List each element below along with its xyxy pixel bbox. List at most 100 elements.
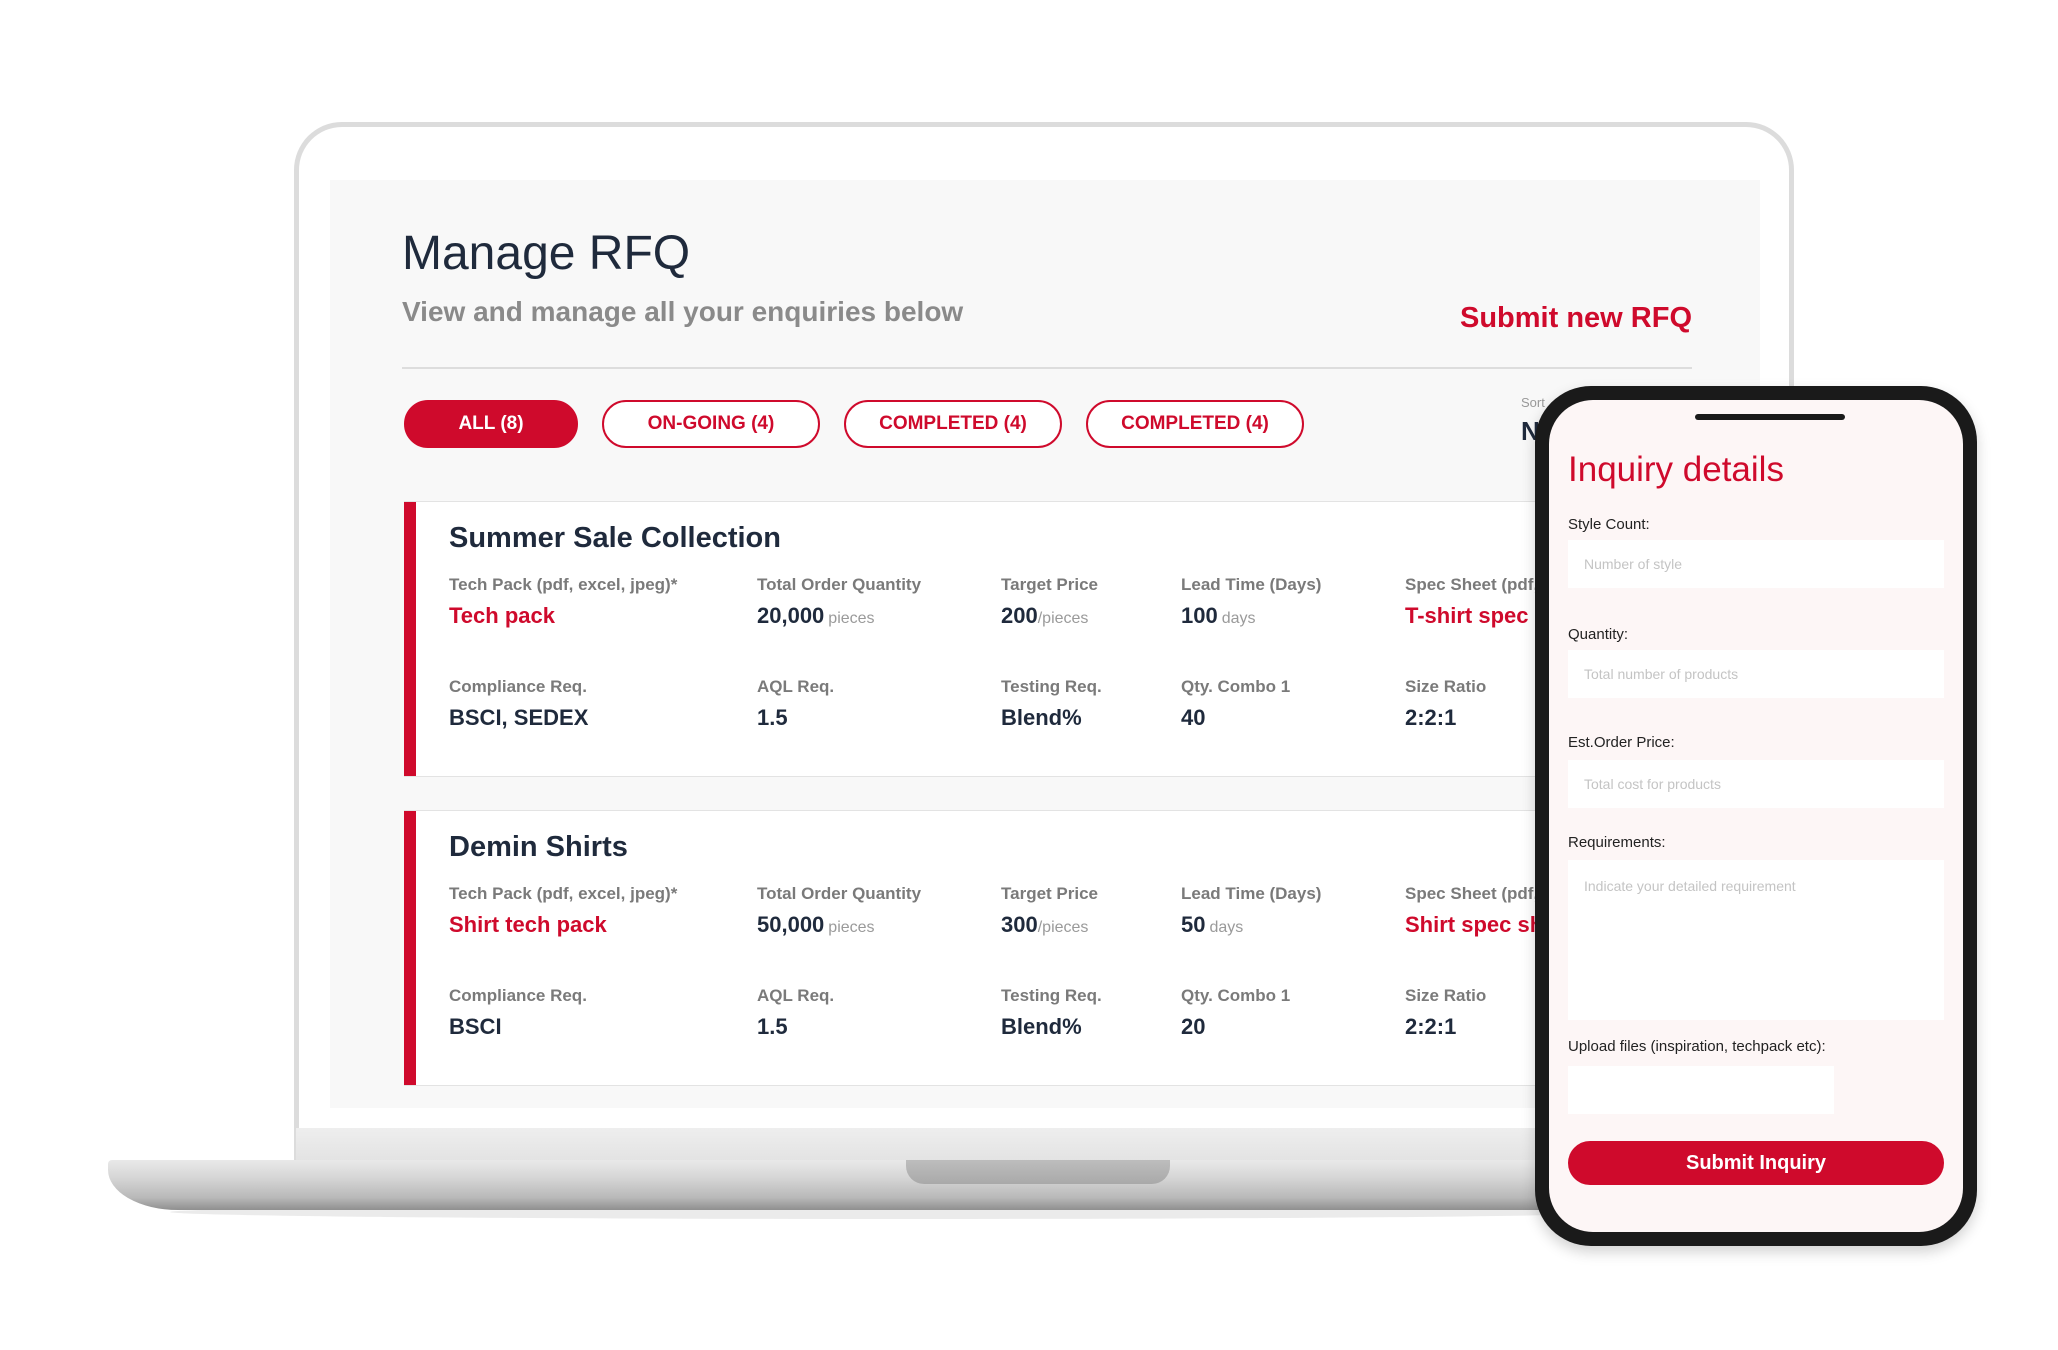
spec-sheet-field: Spec Sheet (pdf, Shirt spec she bbox=[1405, 884, 1555, 938]
field-label: Testing Req. bbox=[1001, 677, 1102, 696]
field-value: Blend% bbox=[1001, 1014, 1082, 1039]
testing-field: Testing Req. Blend% bbox=[1001, 677, 1102, 731]
unit-label: days bbox=[1209, 919, 1244, 936]
field-label: Size Ratio bbox=[1405, 986, 1487, 1005]
page-subtitle: View and manage all your enquiries below bbox=[402, 296, 964, 327]
rfq-title: Demin Shirts bbox=[449, 831, 628, 863]
field-label: Spec Sheet (pdf, bbox=[1405, 575, 1539, 594]
header-divider bbox=[402, 367, 1692, 369]
filter-tabs: ALL (8) ON-GOING (4) COMPLETED (4) COMPL… bbox=[404, 400, 1304, 448]
target-price-field: Target Price 300/pieces bbox=[1001, 884, 1098, 938]
requirements-label: Requirements: bbox=[1568, 834, 1666, 851]
field-label: Lead Time (Days) bbox=[1181, 575, 1322, 594]
quantity-label: Quantity: bbox=[1568, 626, 1629, 643]
field-value: 20,000 pieces bbox=[757, 603, 921, 629]
spec-sheet-field: Spec Sheet (pdf, T-shirt spec s bbox=[1405, 575, 1547, 629]
quantity-input[interactable] bbox=[1568, 650, 1944, 698]
field-value: 20 bbox=[1181, 1014, 1206, 1039]
tab-completed-2[interactable]: COMPLETED (4) bbox=[1086, 400, 1304, 448]
unit-label: pieces bbox=[828, 919, 875, 936]
unit-label: /pieces bbox=[1037, 610, 1089, 627]
style-count-input[interactable] bbox=[1568, 540, 1944, 588]
field-value: 1.5 bbox=[757, 705, 788, 730]
compliance-field: Compliance Req. BSCI bbox=[449, 986, 587, 1040]
rfq-title: Summer Sale Collection bbox=[449, 522, 781, 554]
field-value: 2:2:1 bbox=[1405, 1014, 1457, 1039]
total-order-field: Total Order Quantity 50,000 pieces bbox=[757, 884, 921, 938]
field-label: Testing Req. bbox=[1001, 986, 1102, 1005]
qty-combo-field: Qty. Combo 1 20 bbox=[1181, 986, 1290, 1040]
field-value: 2:2:1 bbox=[1405, 705, 1457, 730]
laptop-base bbox=[108, 1160, 1668, 1210]
total-order-value: 20,000 bbox=[757, 603, 825, 628]
laptop-notch bbox=[906, 1160, 1170, 1184]
target-price-field: Target Price 200/pieces bbox=[1001, 575, 1098, 629]
field-value: 50,000 pieces bbox=[757, 912, 921, 938]
unit-label: /pieces bbox=[1037, 919, 1089, 936]
submit-new-rfq-link[interactable]: Submit new RFQ bbox=[1460, 302, 1692, 335]
est-order-price-label: Est.Order Price: bbox=[1568, 734, 1675, 751]
field-value: 300/pieces bbox=[1001, 912, 1098, 938]
field-label: Qty. Combo 1 bbox=[1181, 986, 1291, 1005]
requirements-textarea[interactable] bbox=[1568, 860, 1944, 1020]
field-value: BSCI, SEDEX bbox=[449, 705, 589, 730]
field-label: Tech Pack (pdf, excel, jpeg)* bbox=[449, 884, 678, 903]
unit-label: pieces bbox=[828, 610, 875, 627]
field-label: Size Ratio bbox=[1405, 677, 1487, 696]
submit-inquiry-button[interactable]: Submit Inquiry bbox=[1568, 1141, 1944, 1185]
lead-time-field: Lead Time (Days) 100 days bbox=[1181, 575, 1321, 629]
aql-field: AQL Req. 1.5 bbox=[757, 986, 834, 1040]
phone-screen: Inquiry details Style Count: Quantity: E… bbox=[1549, 400, 1963, 1232]
field-value: Blend% bbox=[1001, 705, 1082, 730]
size-ratio-field: Size Ratio 2:2:1 bbox=[1405, 677, 1486, 731]
tab-ongoing[interactable]: ON-GOING (4) bbox=[602, 400, 820, 448]
total-order-field: Total Order Quantity 20,000 pieces bbox=[757, 575, 921, 629]
aql-field: AQL Req. 1.5 bbox=[757, 677, 834, 731]
field-label: Qty. Combo 1 bbox=[1181, 677, 1291, 696]
lead-time-field: Lead Time (Days) 50 days bbox=[1181, 884, 1321, 938]
card-accent-bar bbox=[404, 811, 416, 1085]
target-price-value: 200 bbox=[1001, 603, 1038, 628]
field-value: 50 days bbox=[1181, 912, 1321, 938]
card-accent-bar bbox=[404, 502, 416, 776]
field-label: Tech Pack (pdf, excel, jpeg)* bbox=[449, 575, 678, 594]
field-label: AQL Req. bbox=[757, 677, 835, 696]
testing-field: Testing Req. Blend% bbox=[1001, 986, 1102, 1040]
total-order-value: 50,000 bbox=[757, 912, 825, 937]
style-count-label: Style Count: bbox=[1568, 516, 1650, 533]
upload-files-label: Upload files (inspiration, techpack etc)… bbox=[1568, 1038, 1826, 1055]
spec-sheet-link[interactable]: T-shirt spec s bbox=[1405, 603, 1547, 629]
field-label: Total Order Quantity bbox=[757, 575, 922, 594]
sort-label: Sort bbox=[1521, 395, 1545, 410]
field-value: 100 days bbox=[1181, 603, 1321, 629]
size-ratio-field: Size Ratio 2:2:1 bbox=[1405, 986, 1486, 1040]
field-value: 1.5 bbox=[757, 1014, 788, 1039]
field-label: Total Order Quantity bbox=[757, 884, 922, 903]
field-label: Compliance Req. bbox=[449, 677, 587, 696]
tech-pack-field: Tech Pack (pdf, excel, jpeg)* Shirt tech… bbox=[449, 884, 677, 938]
tab-all[interactable]: ALL (8) bbox=[404, 400, 578, 448]
field-label: Compliance Req. bbox=[449, 986, 587, 1005]
field-label: Spec Sheet (pdf, bbox=[1405, 884, 1539, 903]
stage: Manage RFQ View and manage all your enqu… bbox=[0, 0, 2058, 1350]
compliance-field: Compliance Req. BSCI, SEDEX bbox=[449, 677, 588, 731]
lead-time-value: 100 bbox=[1181, 603, 1218, 628]
field-value: 200/pieces bbox=[1001, 603, 1098, 629]
est-order-price-input[interactable] bbox=[1568, 760, 1944, 808]
tech-pack-link[interactable]: Tech pack bbox=[449, 603, 677, 629]
tab-completed[interactable]: COMPLETED (4) bbox=[844, 400, 1062, 448]
tech-pack-link[interactable]: Shirt tech pack bbox=[449, 912, 677, 938]
field-label: Target Price bbox=[1001, 575, 1099, 594]
lead-time-value: 50 bbox=[1181, 912, 1206, 937]
phone-speaker bbox=[1695, 414, 1845, 420]
tech-pack-field: Tech Pack (pdf, excel, jpeg)* Tech pack bbox=[449, 575, 677, 629]
spec-sheet-link[interactable]: Shirt spec she bbox=[1405, 912, 1555, 938]
field-label: Lead Time (Days) bbox=[1181, 884, 1322, 903]
field-label: Target Price bbox=[1001, 884, 1099, 903]
qty-combo-field: Qty. Combo 1 40 bbox=[1181, 677, 1290, 731]
page-title: Manage RFQ bbox=[402, 227, 691, 280]
upload-files-field[interactable] bbox=[1568, 1066, 1834, 1114]
field-label: AQL Req. bbox=[757, 986, 835, 1005]
field-value: 40 bbox=[1181, 705, 1206, 730]
inquiry-title: Inquiry details bbox=[1568, 450, 1784, 489]
